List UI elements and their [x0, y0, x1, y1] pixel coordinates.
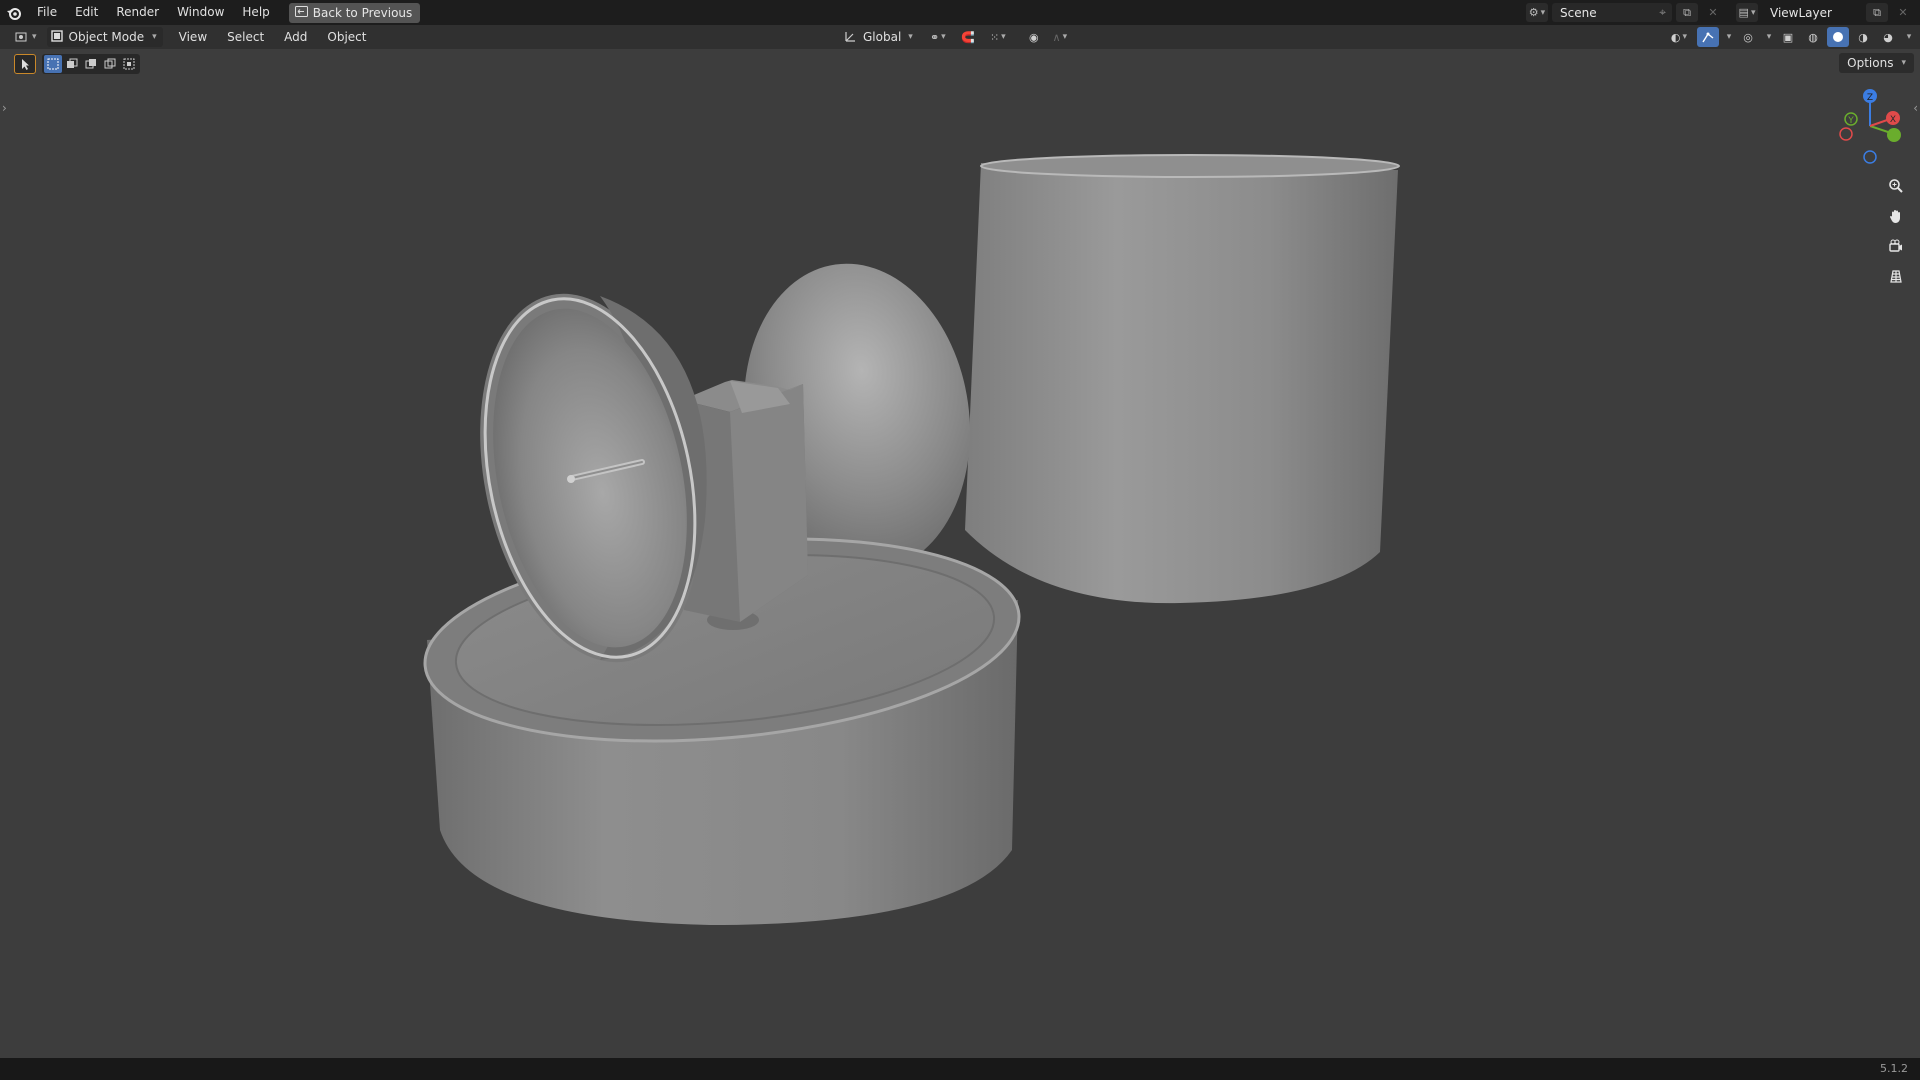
viewport-header: ▾ Object Mode ▾ View Select Add Object G…	[0, 25, 1920, 49]
blender-logo-icon[interactable]	[0, 0, 28, 25]
menu-file[interactable]: File	[28, 0, 66, 25]
visibility-icon[interactable]: ◐ ▾	[1664, 27, 1694, 47]
xray-toggle-icon[interactable]: ▣	[1777, 27, 1799, 47]
delete-view-layer-icon[interactable]: ✕	[1892, 3, 1914, 22]
overlays-dropdown-icon[interactable]: ▾	[1762, 27, 1774, 47]
menu-render[interactable]: Render	[107, 0, 168, 25]
overlays-icon[interactable]: ◎	[1737, 27, 1759, 47]
shading-rendered-icon[interactable]: ◕	[1877, 27, 1899, 47]
new-view-layer-icon[interactable]: ⧉	[1866, 3, 1888, 22]
object-mode-dropdown[interactable]: Object Mode ▾	[46, 27, 163, 47]
menu-object[interactable]: Object	[317, 30, 376, 44]
view-layer-name: ViewLayer	[1770, 5, 1832, 20]
pivot-point-icon[interactable]: ⚭ ▾	[923, 27, 953, 47]
viewport-shading-tools: ◐ ▾ ▾ ◎ ▾ ▣ ◍ ◑ ◕ ▾	[1664, 27, 1914, 47]
shading-dropdown-icon[interactable]: ▾	[1902, 27, 1914, 47]
gizmo-dropdown-icon[interactable]: ▾	[1722, 27, 1734, 47]
menu-view[interactable]: View	[169, 30, 217, 44]
status-bar: 5.1.2	[0, 1058, 1920, 1080]
shading-wireframe-icon[interactable]: ◍	[1802, 27, 1824, 47]
scene-field[interactable]: Scene ⌖	[1552, 3, 1672, 22]
back-to-previous-button[interactable]: Back to Previous	[288, 2, 421, 23]
view-layer-field[interactable]: ViewLayer	[1762, 3, 1862, 22]
pin-icon[interactable]: ⌖	[1659, 5, 1666, 20]
menu-window[interactable]: Window	[168, 0, 233, 25]
proportional-editing-icon[interactable]: ◉	[1023, 27, 1045, 47]
shading-material-icon[interactable]: ◑	[1852, 27, 1874, 47]
snap-target-icon[interactable]: ⁙ ▾	[983, 27, 1013, 47]
screen-back-icon	[294, 5, 308, 20]
scene-name: Scene	[1560, 5, 1597, 20]
snap-toggle-icon[interactable]: 🧲	[957, 27, 979, 47]
chevron-down-icon: ▾	[908, 32, 913, 42]
top-menu-bar: File Edit Render Window Help Back to Pre…	[0, 0, 1920, 25]
orientation-dropdown[interactable]: Global ▾	[838, 27, 919, 47]
menu-add[interactable]: Add	[274, 30, 317, 44]
shading-solid-icon[interactable]	[1827, 27, 1849, 47]
editor-type-button[interactable]: ▾	[8, 27, 43, 47]
new-scene-icon[interactable]: ⧉	[1676, 3, 1698, 22]
transform-tools: Global ▾ ⚭ ▾ 🧲 ⁙ ▾ ◉ ∧ ▾	[838, 27, 1071, 47]
top-right-controls: ⚙ ▾ Scene ⌖ ⧉ ✕ ▤ ▾ ViewLayer ⧉ ✕	[1526, 0, 1920, 25]
blender-window: File Edit Render Window Help Back to Pre…	[0, 0, 1920, 1080]
gizmo-toggle-icon[interactable]	[1697, 27, 1719, 47]
menu-help[interactable]: Help	[233, 0, 278, 25]
viewport-scene[interactable]	[0, 49, 1920, 1058]
view-layer-browse-icon[interactable]: ▤ ▾	[1736, 3, 1758, 22]
editor-type-icon	[15, 32, 27, 42]
chevron-down-icon: ▾	[152, 32, 157, 42]
orientation-label: Global	[863, 30, 902, 44]
scene-browse-icon[interactable]: ⚙ ▾	[1526, 3, 1548, 22]
orientation-icon	[844, 29, 858, 46]
menu-edit[interactable]: Edit	[66, 0, 107, 25]
object-mode-label: Object Mode	[68, 30, 145, 44]
menu-select[interactable]: Select	[217, 30, 274, 44]
falloff-icon[interactable]: ∧ ▾	[1049, 27, 1071, 47]
delete-scene-icon[interactable]: ✕	[1702, 3, 1724, 22]
version-label: 5.1.2	[1880, 1062, 1908, 1075]
object-mode-icon	[50, 29, 63, 45]
back-to-previous-label: Back to Previous	[312, 5, 413, 20]
cylinder-object[interactable]	[965, 154, 1400, 604]
